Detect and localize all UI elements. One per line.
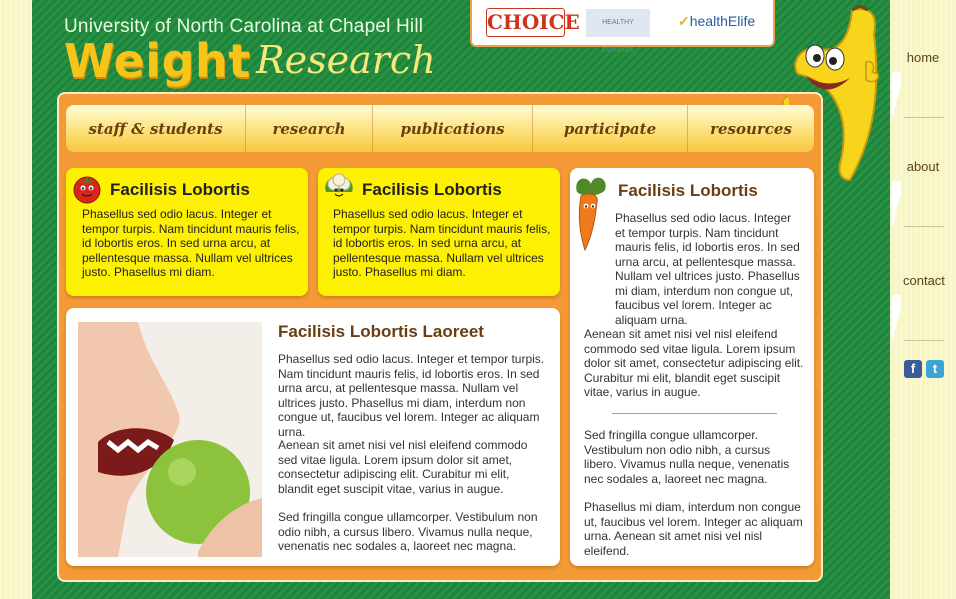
side-nav-contact-tab xyxy=(892,295,904,343)
nav-research[interactable]: research xyxy=(246,105,373,152)
card-2-body: Phasellus sed odio lacus. Integer et tem… xyxy=(333,207,551,279)
apple-eating-photo xyxy=(78,322,262,557)
site-title-script[interactable]: Research xyxy=(256,38,436,82)
card-1-title: Facilisis Lobortis xyxy=(110,180,250,199)
card-1-body: Phasellus sed odio lacus. Integer et tem… xyxy=(82,207,300,279)
check-icon: ✓ xyxy=(678,13,690,29)
side-card-divider xyxy=(612,413,777,414)
side-nav-home-tab xyxy=(892,72,904,120)
side-nav-divider xyxy=(904,226,944,227)
main-article-p1: Phasellus sed odio lacus. Integer et tem… xyxy=(278,352,545,439)
side-nav-about-tab xyxy=(892,181,904,229)
healthelife-logo[interactable]: ✓healthElife xyxy=(678,13,755,30)
side-card-p4: Phasellus mi diam, interdum non congue u… xyxy=(584,500,803,558)
side-card-title: Facilisis Lobortis xyxy=(618,181,758,200)
main-article-p3: Sed fringilla congue ullamcorper. Vestib… xyxy=(278,510,538,553)
side-nav-divider xyxy=(904,340,944,341)
carrot-icon xyxy=(576,177,606,252)
twitter-icon[interactable]: t xyxy=(926,360,944,378)
main-nav: staff & students research publications p… xyxy=(66,105,814,152)
cauliflower-icon xyxy=(325,173,353,197)
side-nav-home[interactable]: home xyxy=(903,50,943,65)
banana-mascot xyxy=(782,4,880,182)
side-nav-contact[interactable]: contact xyxy=(903,273,945,288)
main-article-title: Facilisis Lobortis Laoreet xyxy=(278,322,484,341)
choice-logo[interactable]: CHOICE xyxy=(486,8,580,37)
partner-logos-bar: CHOICE HEALTHY FAMILIES ✓healthElife xyxy=(470,0,775,54)
site-title[interactable]: Weight xyxy=(64,34,251,88)
healthy-families-logo[interactable]: HEALTHY FAMILIES xyxy=(586,9,650,54)
side-card-p1-indent: Phasellus sed odio lacus. Integer et tem… xyxy=(615,211,803,327)
nav-participate[interactable]: participate xyxy=(533,105,688,152)
card-2-title: Facilisis Lobortis xyxy=(362,180,502,199)
side-card-p3: Sed fringilla congue ullamcorper. Vestib… xyxy=(584,428,790,486)
tomato-icon xyxy=(73,176,101,204)
nav-resources[interactable]: resources xyxy=(688,105,814,152)
facebook-icon[interactable]: f xyxy=(904,360,922,378)
nav-staff-students[interactable]: staff & students xyxy=(66,105,246,152)
side-nav-about[interactable]: about xyxy=(903,159,943,174)
healthelife-label: healthElife xyxy=(689,13,756,29)
main-article-p2: Aenean sit amet nisi vel nisl eleifend c… xyxy=(278,438,528,496)
nav-publications[interactable]: publications xyxy=(373,105,533,152)
side-nav-divider xyxy=(904,117,944,118)
side-card-p1: Phasellus sed odio lacus. Integer et tem… xyxy=(615,211,800,327)
side-card-p2: Aenean sit amet nisi vel nisl eleifend c… xyxy=(584,327,804,399)
